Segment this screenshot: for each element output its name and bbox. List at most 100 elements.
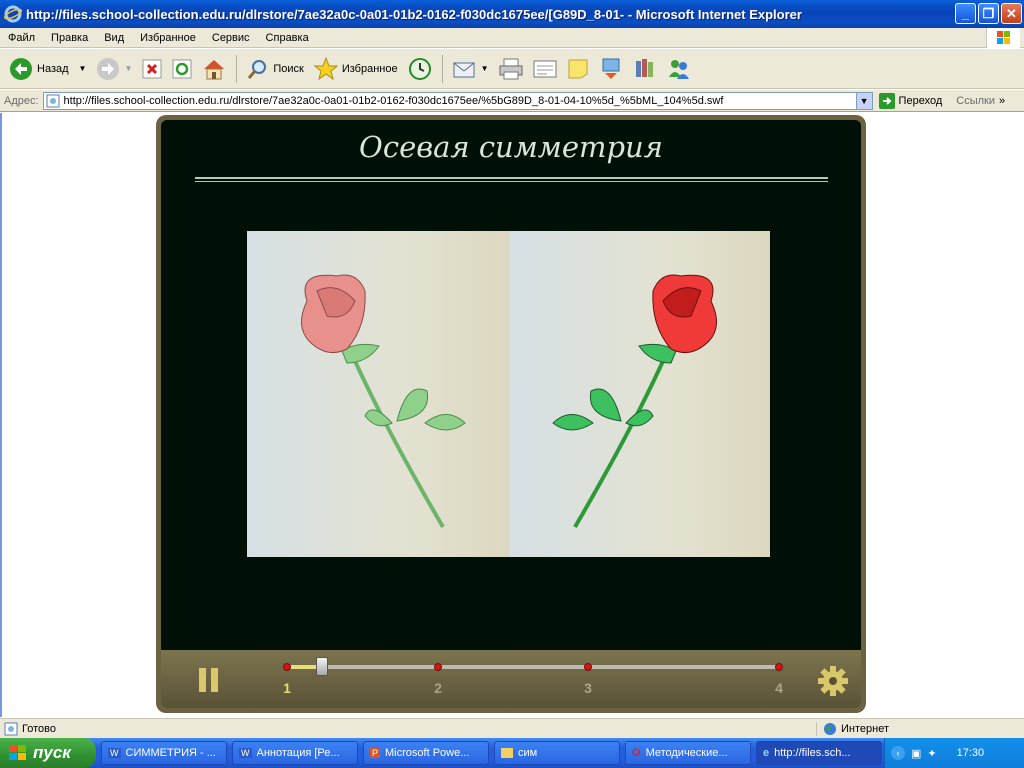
word-icon: W — [239, 748, 252, 758]
menu-bar: Файл Правка Вид Избранное Сервис Справка — [0, 28, 1024, 48]
symmetry-illustration — [247, 231, 770, 557]
opera-icon: O — [632, 747, 641, 759]
powerpoint-icon: P — [370, 748, 381, 758]
stop-icon — [142, 59, 162, 78]
taskbar: пуск W СИММЕТРИЯ - ... W Аннотация [Ре... … — [0, 738, 1024, 768]
task-label: Методические... — [645, 747, 728, 759]
word-icon: W — [108, 748, 121, 758]
clock[interactable]: 17:30 — [957, 747, 985, 759]
minimize-button[interactable]: _ — [955, 3, 976, 24]
go-button[interactable]: Переход — [878, 92, 943, 109]
task-powerpoint[interactable]: P Microsoft Powe... — [363, 741, 489, 765]
start-button[interactable]: пуск — [0, 738, 96, 768]
refresh-button[interactable] — [169, 53, 195, 85]
history-button[interactable] — [405, 53, 435, 85]
page-status-icon — [4, 722, 18, 735]
back-label: Назад — [37, 62, 69, 75]
network-icon[interactable]: ▣ — [911, 747, 921, 760]
task-folder[interactable]: сим — [494, 741, 620, 765]
step-marker-2[interactable] — [434, 663, 442, 671]
messenger-icon — [668, 59, 689, 79]
menu-favorites[interactable]: Избранное — [132, 32, 204, 44]
research-icon — [602, 58, 620, 79]
back-dropdown-icon[interactable]: ▼ — [79, 64, 87, 73]
task-word-2[interactable]: W Аннотация [Ре... — [232, 741, 358, 765]
task-ie[interactable]: e http://files.sch... — [756, 741, 882, 765]
menu-help[interactable]: Справка — [258, 32, 317, 44]
star-icon — [313, 56, 338, 80]
forward-dropdown-icon[interactable]: ▼ — [124, 64, 132, 73]
step-label-3[interactable]: 3 — [578, 680, 598, 696]
menu-edit[interactable]: Правка — [43, 32, 96, 44]
maximize-button[interactable]: ❐ — [978, 3, 999, 24]
menu-file[interactable]: Файл — [0, 32, 43, 44]
player-stage: Осевая симметрия — [161, 120, 861, 650]
player-controls: 1 2 3 4 — [161, 650, 861, 708]
back-arrow-icon — [10, 57, 32, 80]
messenger-button[interactable] — [664, 53, 694, 85]
task-opera[interactable]: O Методические... — [625, 741, 751, 765]
step-label-1[interactable]: 1 — [277, 680, 297, 696]
note-icon — [568, 59, 588, 78]
pause-button[interactable] — [199, 668, 221, 692]
research-button[interactable] — [596, 53, 626, 85]
rose-red-image — [551, 274, 717, 529]
browser-toolbar: Назад ▼ ▼ Поиск Избранное ▼ — [0, 49, 1024, 89]
print-button[interactable] — [496, 53, 526, 85]
tray-app-icon[interactable]: ✦ — [927, 747, 936, 760]
stop-button[interactable] — [139, 53, 165, 85]
step-label-4[interactable]: 4 — [769, 680, 789, 696]
task-word-1[interactable]: W СИММЕТРИЯ - ... — [101, 741, 227, 765]
security-zone: Интернет — [841, 722, 889, 735]
right-panel — [508, 231, 770, 557]
gear-icon[interactable] — [817, 665, 849, 697]
menu-view[interactable]: Вид — [96, 32, 132, 44]
left-panel — [247, 231, 509, 557]
step-label-2[interactable]: 2 — [428, 680, 448, 696]
favorites-button[interactable]: Избранное — [311, 53, 401, 85]
progress-slider-thumb[interactable] — [315, 657, 328, 676]
address-url: http://files.school-collection.edu.ru/dl… — [63, 94, 724, 107]
books-icon — [635, 58, 653, 77]
task-label: сим — [518, 747, 538, 759]
mail-button[interactable]: ▼ — [450, 53, 492, 85]
bookmarks-button[interactable] — [630, 53, 660, 85]
go-arrow-icon — [878, 92, 895, 109]
address-dropdown-icon[interactable]: ▼ — [855, 92, 872, 109]
address-input[interactable]: http://files.school-collection.edu.ru/dl… — [42, 91, 873, 110]
toolbar-separator — [236, 54, 238, 83]
printer-icon — [499, 58, 523, 79]
tray-chevron-icon[interactable]: ‹ — [891, 746, 905, 760]
title-divider-thin — [195, 181, 828, 182]
discuss-button[interactable] — [564, 53, 592, 85]
history-icon — [408, 57, 431, 80]
window-title: http://files.school-collection.edu.ru/dl… — [26, 6, 802, 22]
status-text: Готово — [22, 722, 56, 735]
back-button[interactable]: Назад ▼ — [6, 53, 89, 85]
step-marker-3[interactable] — [584, 663, 592, 671]
system-tray: ‹ ▣ ✦ 17:30 — [884, 738, 1024, 768]
forward-button[interactable]: ▼ — [93, 53, 135, 85]
windows-logo-icon — [986, 28, 1020, 48]
mail-dropdown-icon[interactable]: ▼ — [481, 64, 489, 73]
close-button[interactable]: ✕ — [1001, 3, 1022, 24]
title-divider — [195, 177, 828, 179]
ie-logo-icon — [4, 5, 22, 23]
go-label: Переход — [898, 94, 943, 107]
search-icon — [248, 59, 267, 79]
links-chevron-icon[interactable]: » — [999, 95, 1005, 107]
step-marker-1[interactable] — [283, 663, 291, 671]
home-icon — [204, 59, 225, 79]
links-button[interactable]: Ссылки — [956, 95, 995, 107]
edit-button[interactable] — [530, 53, 560, 85]
page-icon — [46, 94, 60, 107]
progress-track[interactable] — [283, 657, 783, 676]
refresh-icon — [172, 59, 192, 78]
home-button[interactable] — [199, 53, 229, 85]
menu-tools[interactable]: Сервис — [204, 32, 258, 44]
task-label: СИММЕТРИЯ - ... — [125, 747, 216, 759]
search-button[interactable]: Поиск — [244, 53, 306, 85]
step-marker-4[interactable] — [775, 663, 783, 671]
address-label: Адрес: — [4, 94, 39, 107]
window-titlebar[interactable]: http://files.school-collection.edu.ru/dl… — [0, 0, 1024, 28]
